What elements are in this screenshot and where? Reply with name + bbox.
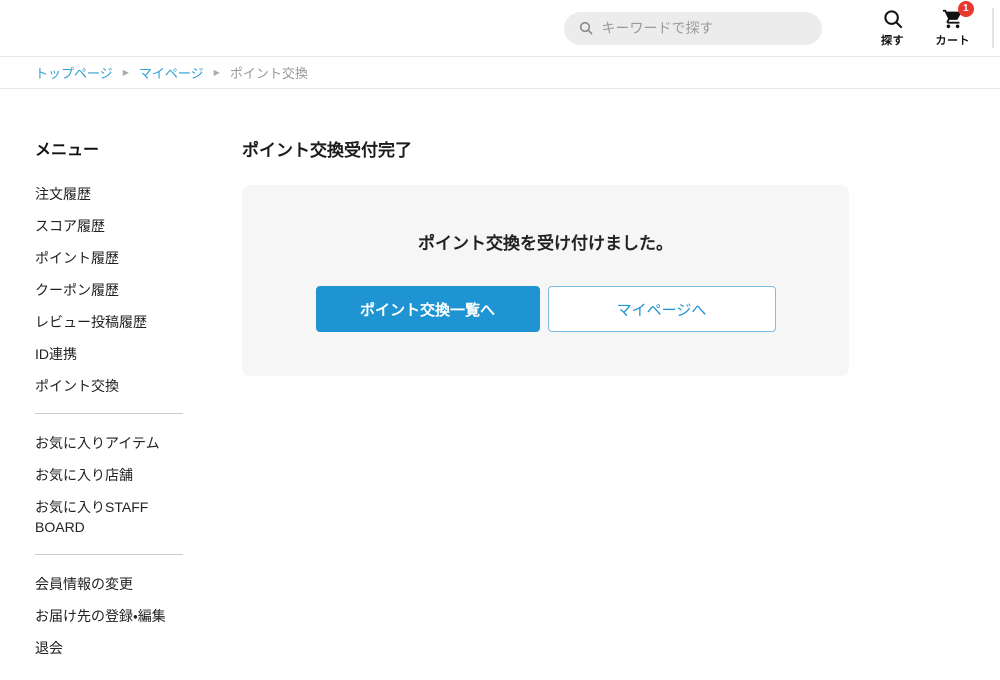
completion-panel: ポイント交換を受け付けました。 ポイント交換一覧へ マイページへ bbox=[242, 185, 849, 376]
breadcrumb-separator-icon: ▶ bbox=[213, 68, 220, 77]
content-area: メニュー 注文履歴 スコア履歴 ポイント履歴 クーポン履歴 レビュー投稿履歴 I… bbox=[0, 89, 1000, 670]
header: 探す 1 カート bbox=[0, 0, 1000, 57]
sidebar-item-score-history[interactable]: スコア履歴 bbox=[35, 216, 183, 236]
search-bar[interactable] bbox=[563, 11, 822, 45]
sidebar-divider bbox=[35, 413, 183, 414]
cart-count-badge: 1 bbox=[957, 1, 974, 17]
point-exchange-list-button[interactable]: ポイント交換一覧へ bbox=[315, 286, 540, 332]
breadcrumb: トップページ ▶ マイページ ▶ ポイント交換 bbox=[0, 57, 1000, 89]
search-button[interactable]: 探す bbox=[876, 8, 910, 48]
sidebar-title: メニュー bbox=[35, 142, 100, 159]
main-content: ポイント交換受付完了 ポイント交換を受け付けました。 ポイント交換一覧へ マイペ… bbox=[242, 136, 849, 376]
sidebar-item-point-exchange[interactable]: ポイント交換 bbox=[35, 376, 183, 396]
breadcrumb-separator-icon: ▶ bbox=[122, 68, 129, 77]
cart-button[interactable]: 1 カート bbox=[935, 1, 974, 48]
sidebar-item-favorite-items[interactable]: お気に入りアイテム bbox=[35, 433, 183, 453]
sidebar-item-review-history[interactable]: レビュー投稿履歴 bbox=[35, 312, 183, 332]
sidebar-item-favorite-shops[interactable]: お気に入り店舗 bbox=[35, 465, 183, 485]
search-icon bbox=[578, 20, 602, 36]
breadcrumb-link-mypage[interactable]: マイページ bbox=[139, 63, 204, 82]
sidebar-item-coupon-history[interactable]: クーポン履歴 bbox=[35, 280, 183, 300]
search-button-label: 探す bbox=[881, 35, 904, 47]
magnifier-icon bbox=[882, 8, 904, 30]
completion-message: ポイント交換を受け付けました。 bbox=[418, 234, 673, 253]
sidebar-item-order-history[interactable]: 注文履歴 bbox=[35, 184, 183, 204]
sidebar-item-withdrawal[interactable]: 退会 bbox=[35, 638, 183, 658]
scrollbar-thumb[interactable] bbox=[992, 8, 994, 48]
sidebar-item-member-info[interactable]: 会員情報の変更 bbox=[35, 574, 183, 594]
breadcrumb-link-top[interactable]: トップページ bbox=[35, 63, 113, 82]
sidebar-item-address-edit[interactable]: お届け先の登録・編集 bbox=[35, 606, 183, 626]
breadcrumb-current: ポイント交換 bbox=[229, 66, 308, 81]
page-title: ポイント交換受付完了 bbox=[242, 141, 412, 160]
mypage-button[interactable]: マイページへ bbox=[547, 286, 776, 332]
search-input[interactable] bbox=[601, 20, 808, 36]
sidebar-item-point-history[interactable]: ポイント履歴 bbox=[35, 248, 183, 268]
cart-button-label: カート bbox=[935, 35, 970, 47]
sidebar-item-favorite-staff-board[interactable]: お気に入りSTAFF BOARD bbox=[35, 497, 183, 537]
sidebar-divider bbox=[35, 554, 183, 555]
sidebar-item-id-link[interactable]: ID連携 bbox=[35, 344, 183, 364]
sidebar-menu: メニュー 注文履歴 スコア履歴 ポイント履歴 クーポン履歴 レビュー投稿履歴 I… bbox=[35, 136, 183, 670]
